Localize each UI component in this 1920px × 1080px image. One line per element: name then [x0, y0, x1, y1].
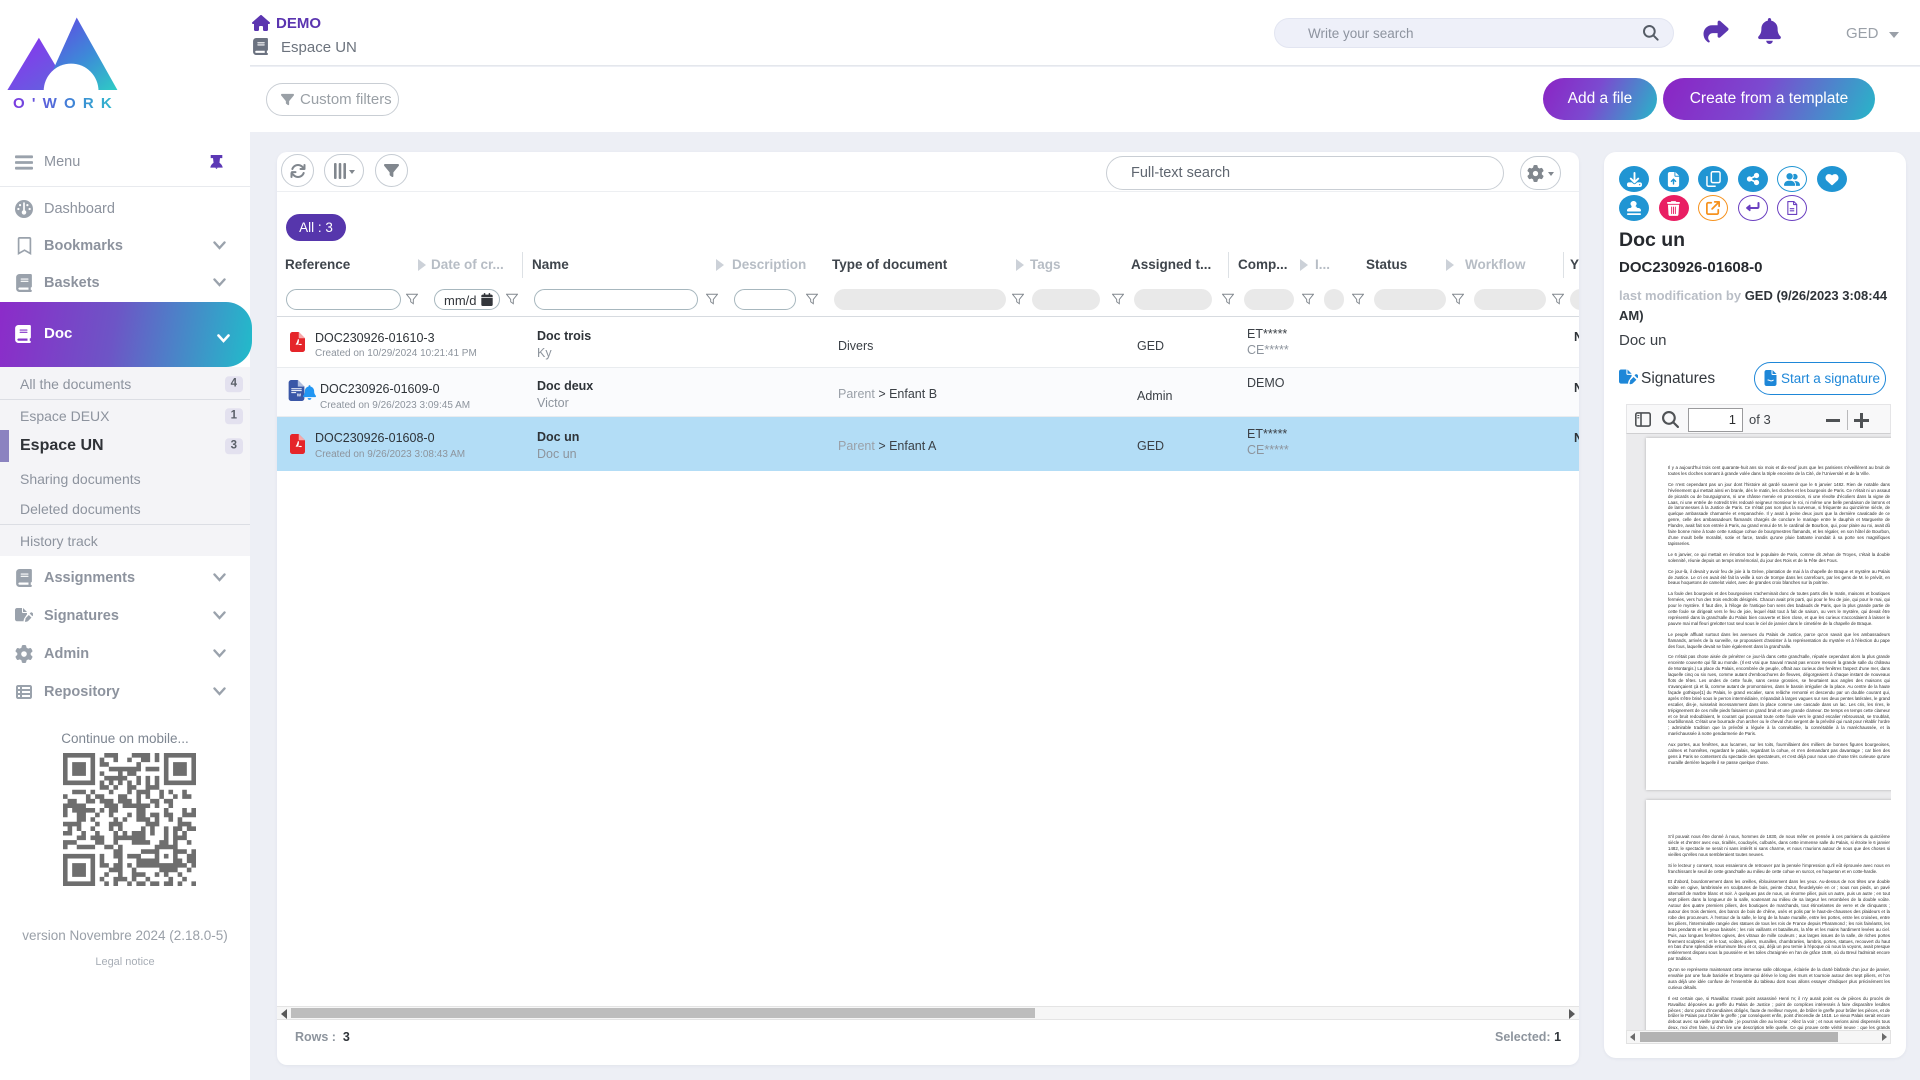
svg-text:O'WORK: O'WORK	[13, 95, 119, 112]
